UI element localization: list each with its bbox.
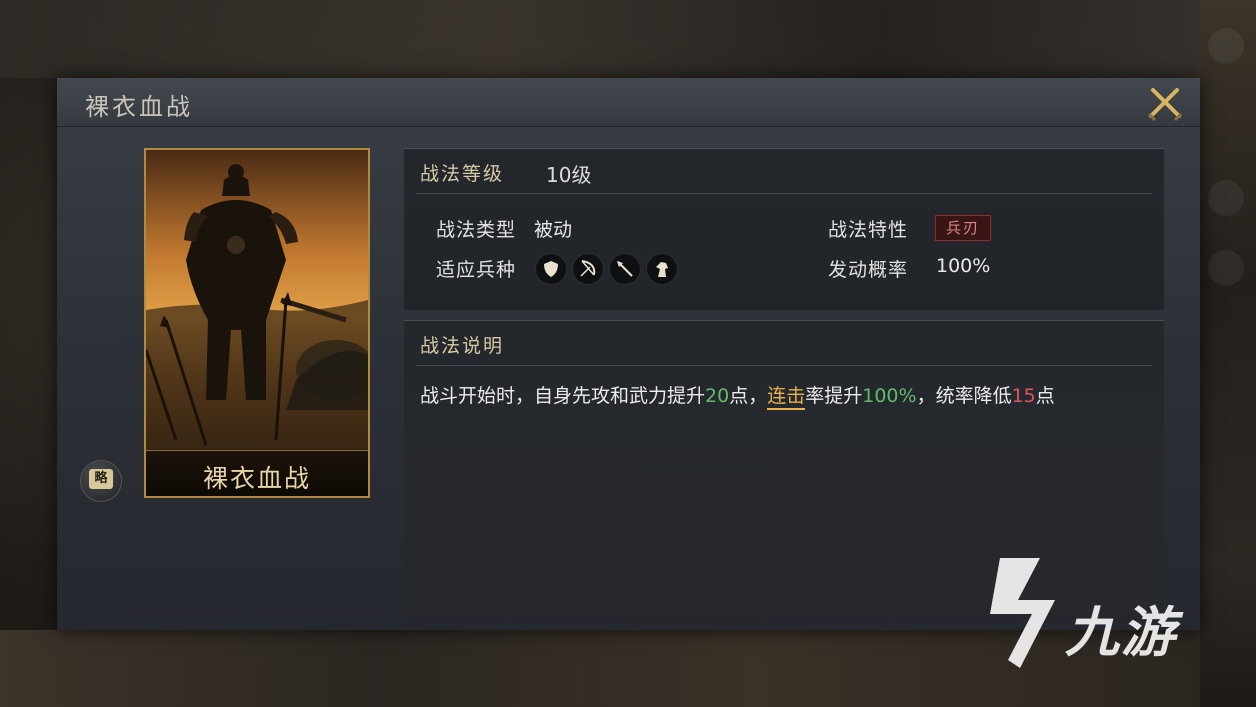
trait-badge: 兵刃 bbox=[935, 215, 991, 241]
skill-card: 裸衣血战 bbox=[144, 148, 370, 498]
dialog-title: 裸衣血战 bbox=[85, 93, 193, 121]
horse-icon bbox=[646, 253, 678, 285]
spear-icon bbox=[609, 253, 641, 285]
skill-info-panel: 战法等级 10级 战法类型 被动 战法特性 兵刃 适应兵种 发动概率 100% bbox=[404, 148, 1164, 310]
close-button[interactable] bbox=[1145, 84, 1185, 124]
watermark-text: 九游 bbox=[1065, 601, 1177, 664]
type-label: 战法类型 bbox=[436, 219, 517, 241]
desc-part: ，统率降低 bbox=[916, 385, 1012, 407]
background-top bbox=[0, 0, 1256, 78]
card-name-bar: 裸衣血战 bbox=[146, 450, 368, 496]
desc-part: 战斗开始时，自身先攻和武力提升 bbox=[420, 385, 706, 407]
rate-value: 100% bbox=[936, 255, 991, 277]
level-label: 战法等级 bbox=[420, 163, 505, 185]
brief-label: 略 bbox=[89, 469, 113, 489]
dialog-header: 裸衣血战 bbox=[57, 78, 1200, 127]
bow-icon bbox=[572, 253, 604, 285]
desc-number: 15 bbox=[1011, 385, 1036, 407]
level-value: 10级 bbox=[546, 163, 592, 187]
desc-number: 20 bbox=[705, 385, 730, 407]
shield-icon bbox=[535, 253, 567, 285]
divider bbox=[416, 193, 1152, 194]
units-label: 适应兵种 bbox=[436, 259, 517, 281]
description-text: 战斗开始时，自身先攻和武力提升20点，连击率提升100%，统率降低15点 bbox=[420, 381, 1055, 410]
description-heading: 战法说明 bbox=[420, 335, 505, 357]
desc-part: 点， bbox=[729, 385, 768, 407]
brief-button[interactable]: 略 bbox=[80, 460, 122, 502]
close-icon bbox=[1147, 88, 1183, 122]
card-name: 裸衣血战 bbox=[202, 464, 311, 493]
divider bbox=[416, 365, 1152, 366]
trait-label: 战法特性 bbox=[828, 219, 909, 241]
desc-number: 100% bbox=[862, 385, 917, 407]
type-value: 被动 bbox=[534, 219, 573, 241]
rate-label: 发动概率 bbox=[828, 259, 909, 281]
desc-part: 点 bbox=[1035, 385, 1055, 407]
keyword-link[interactable]: 连击 bbox=[767, 385, 806, 410]
warrior-artwork bbox=[146, 150, 368, 450]
desc-part: 率提升 bbox=[805, 385, 863, 407]
